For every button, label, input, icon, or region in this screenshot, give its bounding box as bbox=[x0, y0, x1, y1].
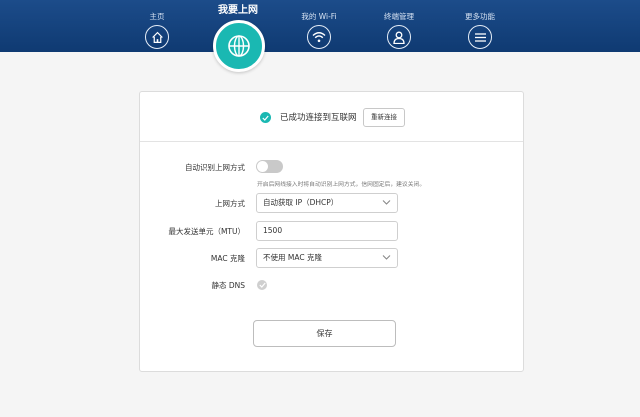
auto-detect-hint: 开启后网线接入时将自动识别上网方式，信网固定后，建议关闭。 bbox=[257, 182, 426, 188]
user-icon bbox=[387, 25, 411, 49]
mac-clone-select[interactable]: 不使用 MAC 克隆 bbox=[256, 248, 398, 268]
static-dns-checkbox[interactable] bbox=[257, 280, 267, 290]
nav-item-wifi[interactable]: 我的 Wi-Fi bbox=[296, 0, 342, 49]
top-navigation: 主页 我要上网 我的 Wi-Fi 终端管理 更多功能 bbox=[0, 0, 640, 72]
menu-icon bbox=[468, 25, 492, 49]
connection-status-text: 已成功连接到互联网 bbox=[280, 113, 357, 123]
static-dns-label: 静态 DNS bbox=[211, 281, 245, 290]
connection-mode-select[interactable]: 自动获取 IP（DHCP） bbox=[256, 193, 398, 213]
mac-clone-value: 不使用 MAC 克隆 bbox=[263, 253, 322, 262]
check-circle-icon bbox=[260, 112, 271, 123]
toggle-knob bbox=[257, 161, 268, 172]
auto-detect-toggle[interactable] bbox=[256, 160, 283, 173]
nav-label-wifi: 我的 Wi-Fi bbox=[301, 12, 337, 21]
nav-label-internet: 我要上网 bbox=[218, 5, 258, 16]
internet-settings-panel: 已成功连接到互联网 重新连接 自动识别上网方式 开启后网线接入时将自动识别上网方… bbox=[139, 91, 524, 372]
mtu-value: 1500 bbox=[263, 226, 283, 235]
save-button[interactable]: 保存 bbox=[253, 320, 396, 347]
reconnect-button[interactable]: 重新连接 bbox=[363, 108, 405, 127]
mtu-label: 最大发送单元（MTU） bbox=[168, 227, 245, 236]
globe-icon bbox=[213, 20, 265, 72]
nav-label-home: 主页 bbox=[149, 12, 165, 21]
wifi-icon bbox=[307, 25, 331, 49]
nav-label-more: 更多功能 bbox=[465, 12, 495, 21]
auto-detect-label: 自动识别上网方式 bbox=[185, 163, 245, 172]
connection-mode-label: 上网方式 bbox=[215, 199, 245, 208]
connection-mode-value: 自动获取 IP（DHCP） bbox=[263, 198, 339, 207]
nav-item-devices[interactable]: 终端管理 bbox=[380, 0, 418, 49]
nav-label-devices: 终端管理 bbox=[384, 12, 414, 21]
chevron-down-icon bbox=[382, 200, 391, 205]
connection-status-row: 已成功连接到互联网 重新连接 bbox=[140, 92, 523, 142]
nav-item-home[interactable]: 主页 bbox=[144, 0, 170, 49]
nav-item-internet[interactable]: 我要上网 bbox=[204, 0, 272, 72]
chevron-down-icon bbox=[382, 255, 391, 260]
nav-item-more[interactable]: 更多功能 bbox=[462, 0, 498, 49]
mtu-input[interactable]: 1500 bbox=[256, 221, 398, 241]
home-icon bbox=[145, 25, 169, 49]
mac-clone-label: MAC 克隆 bbox=[210, 254, 245, 263]
